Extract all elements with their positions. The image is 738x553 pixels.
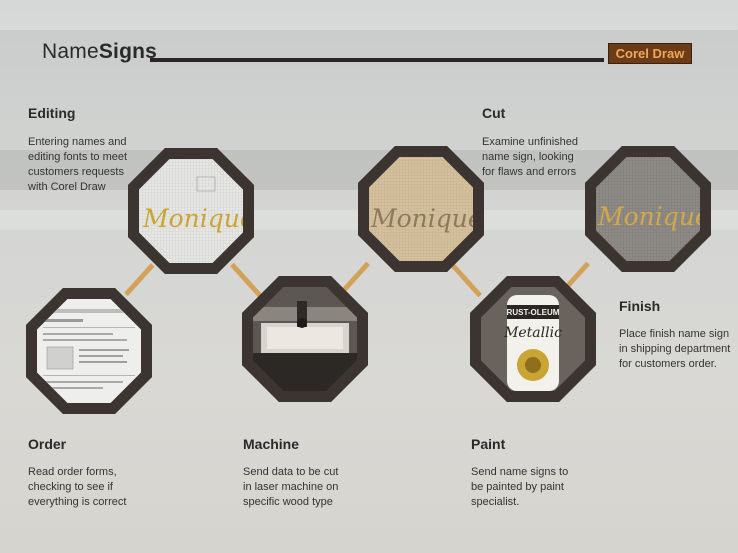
step-desc-order: Read order forms, checking to see if eve…	[28, 465, 126, 510]
cut-sign-image: Moniques	[369, 157, 473, 261]
desc-line: Examine unfinished	[482, 136, 579, 148]
desc-line: Place finish name sign	[619, 328, 730, 340]
desc-line: Read order forms,	[28, 466, 117, 478]
cut-photo: Moniques	[369, 157, 473, 261]
desc-line: Entering names and	[28, 136, 127, 148]
spray-can-image: RUST-OLEUM Metallic	[481, 287, 585, 391]
title-light: Name	[42, 40, 99, 63]
step-title-cut: Cut	[482, 105, 506, 121]
desc-line: editing fonts to meet	[28, 151, 128, 163]
connector-cut-paint	[450, 262, 482, 298]
can-brand: RUST-OLEUM	[507, 308, 560, 317]
editing-photo: Moniques	[139, 159, 243, 263]
order-form-image	[37, 299, 141, 403]
can-product: Metallic	[503, 325, 562, 341]
step-desc-cut: Examine unfinished name sign, looking fo…	[482, 135, 578, 180]
software-badge: Corel Draw	[608, 43, 692, 64]
paint-photo-frame: RUST-OLEUM Metallic	[470, 276, 596, 402]
finished-sign-text: Moniques	[597, 202, 700, 231]
desc-line: Send name signs to	[471, 466, 569, 478]
desc-line: specialist.	[471, 496, 520, 508]
finish-photo: Moniques	[596, 157, 700, 261]
connector-editing-machine	[230, 262, 262, 298]
desc-line: be painted by paint	[471, 481, 564, 493]
desc-line: checking to see if	[28, 481, 113, 493]
machine-photo	[253, 287, 357, 391]
desc-line: Send data to be cut	[243, 466, 339, 478]
step-desc-paint: Send name signs to be painted by paint s…	[471, 465, 568, 510]
step-title-editing: Editing	[28, 105, 76, 121]
title-rule	[150, 58, 604, 62]
desc-line: in laser machine on	[243, 481, 339, 493]
machine-photo-frame	[242, 276, 368, 402]
editing-photo-frame: Moniques	[128, 148, 254, 274]
background-band	[0, 0, 738, 30]
desc-line: with Corel Draw	[28, 181, 106, 193]
step-title-machine: Machine	[243, 436, 300, 452]
page-title: NameSigns	[42, 40, 157, 64]
desc-line: for flaws and errors	[482, 166, 577, 178]
step-title-paint: Paint	[471, 436, 506, 452]
laser-machine-image	[253, 287, 357, 391]
cut-sign-text: Moniques	[370, 204, 473, 233]
step-desc-editing: Entering names and editing fonts to meet…	[28, 135, 127, 195]
step-title-order: Order	[28, 436, 67, 452]
desc-line: name sign, looking	[482, 151, 574, 163]
cut-photo-frame: Moniques	[358, 146, 484, 272]
order-photo-frame	[26, 288, 152, 414]
screen-sign-image: Moniques	[139, 159, 243, 263]
desc-line: in shipping department	[619, 343, 731, 355]
sign-text: Moniques	[142, 204, 243, 233]
finished-sign-image: Moniques	[596, 157, 700, 261]
order-photo	[37, 299, 141, 403]
step-desc-finish: Place finish name sign in shipping depar…	[619, 327, 730, 372]
connector-order-editing	[124, 263, 155, 297]
desc-line: customers requests	[28, 166, 124, 178]
title-bold: Signs	[98, 40, 158, 63]
step-desc-machine: Send data to be cut in laser machine on …	[243, 465, 338, 510]
paint-photo: RUST-OLEUM Metallic	[481, 287, 585, 391]
desc-line: everything is correct	[28, 496, 127, 508]
desc-line: specific wood type	[243, 496, 333, 508]
finish-photo-frame: Moniques	[585, 146, 711, 272]
desc-line: for customers order.	[619, 358, 717, 370]
step-title-finish: Finish	[619, 298, 661, 314]
